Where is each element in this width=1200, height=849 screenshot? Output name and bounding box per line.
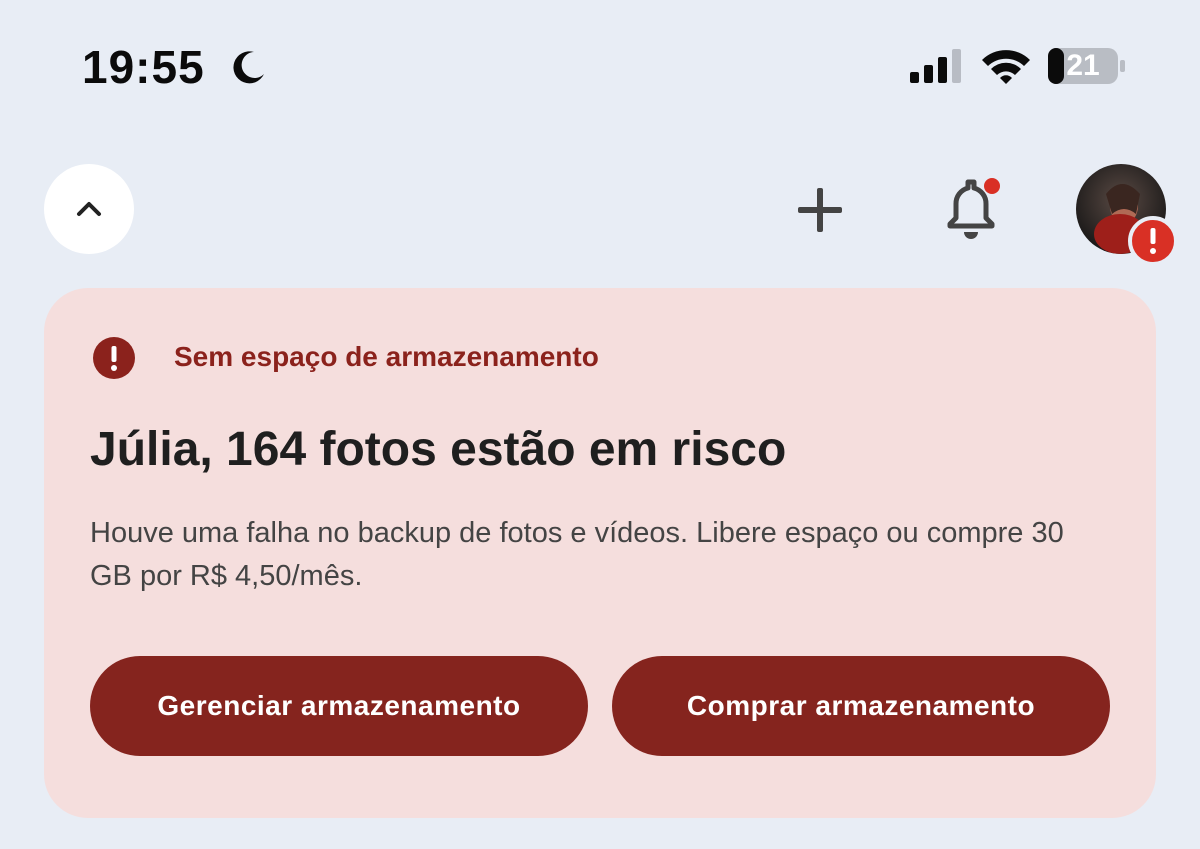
storage-warning-title: Júlia, 164 fotos estão em risco bbox=[90, 423, 787, 476]
wifi-icon bbox=[982, 50, 1030, 84]
screen: 19:55 21 Sem espaço de armazenamento Júl… bbox=[0, 0, 1200, 849]
moon-icon bbox=[233, 51, 264, 84]
storage-warning-label: Sem espaço de armazenamento bbox=[174, 341, 599, 372]
buy-storage-button[interactable]: Comprar armazenamento bbox=[612, 656, 1110, 756]
collapse-button[interactable] bbox=[44, 164, 134, 254]
manage-storage-button[interactable]: Gerenciar armazenamento bbox=[90, 656, 588, 756]
signal-icon bbox=[910, 49, 961, 83]
chevron-up-icon bbox=[77, 202, 101, 216]
bell-icon[interactable] bbox=[936, 172, 1006, 242]
status-time: 19:55 bbox=[82, 41, 205, 93]
plus-icon[interactable] bbox=[790, 180, 850, 240]
battery-level: 21 bbox=[1066, 49, 1100, 82]
error-icon bbox=[93, 337, 135, 379]
alert-icon bbox=[1128, 216, 1178, 266]
storage-warning-message: Houve uma falha no backup de fotos e víd… bbox=[90, 517, 1064, 592]
